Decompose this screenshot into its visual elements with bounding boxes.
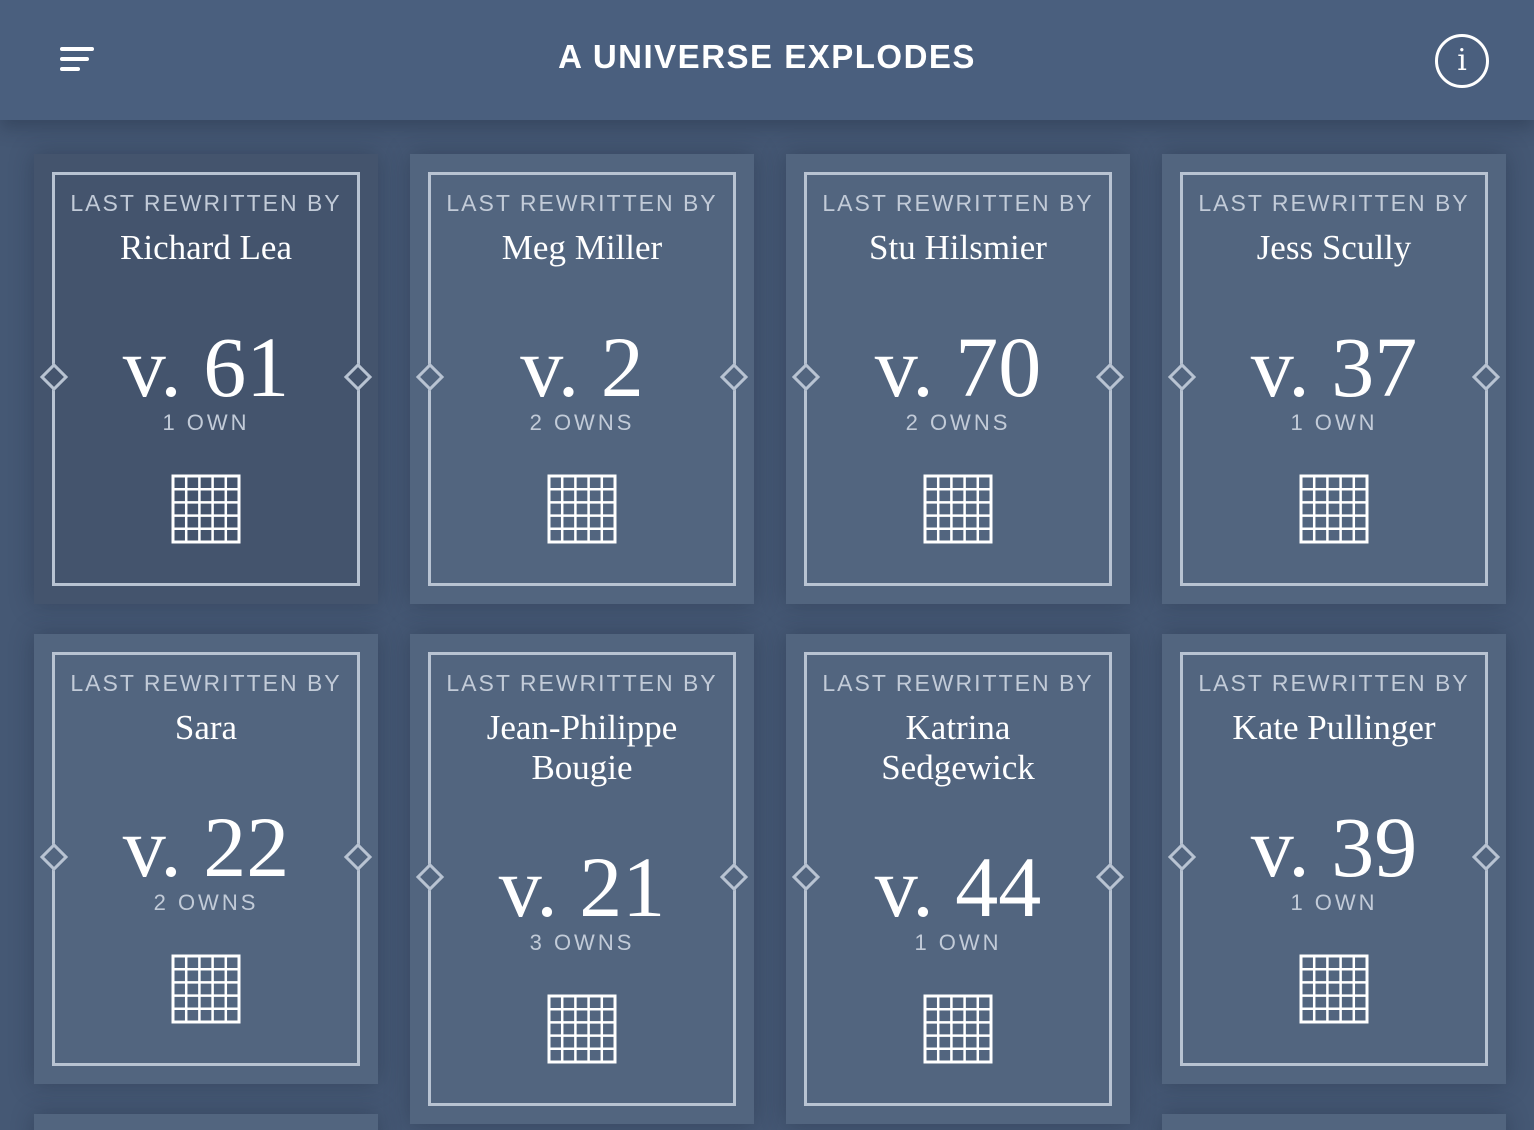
version-number: v. 39	[1250, 799, 1418, 895]
grid-icon	[1299, 954, 1369, 1024]
grid-icon	[1299, 474, 1369, 544]
version-grid: LAST REWRITTEN BY Richard Lea v. 61 1 OW…	[0, 0, 1534, 1130]
version-number: v. 70	[874, 319, 1042, 415]
version-card[interactable]: LAST REWRITTEN BY Stu Hilsmier v. 70 2 O…	[786, 154, 1130, 604]
author-name: Katrina Sedgewick	[881, 708, 1035, 787]
version-card[interactable]: LAST REWRITTEN BY Jean-Philippe Bougie v…	[410, 634, 754, 1124]
version-number: v. 37	[1250, 319, 1418, 415]
info-button[interactable]: i	[1435, 34, 1489, 88]
author-name: Jess Scully	[1256, 228, 1412, 267]
version-number: v. 21	[498, 839, 666, 935]
last-rewritten-label: LAST REWRITTEN BY	[70, 190, 342, 216]
grid-icon	[171, 954, 241, 1024]
version-number: v. 61	[122, 319, 290, 415]
author-name: Kate Pullinger	[1232, 708, 1436, 747]
owns-count: 1 OWN	[914, 930, 1002, 955]
app-header: A UNIVERSE EXPLODES i	[0, 0, 1534, 120]
owns-count: 1 OWN	[162, 410, 250, 435]
author-name: Jean-Philippe Bougie	[486, 708, 678, 787]
version-card[interactable]: LAST REWRITTEN BY Richard Lea v. 61 1 OW…	[34, 154, 378, 604]
owns-count: 2 OWNS	[529, 410, 635, 435]
version-card[interactable]	[34, 1114, 378, 1130]
page-title: A UNIVERSE EXPLODES	[558, 38, 976, 75]
grid-icon	[923, 474, 993, 544]
last-rewritten-label: LAST REWRITTEN BY	[70, 670, 342, 696]
version-card[interactable]: LAST REWRITTEN BY Kate Pullinger v. 39 1…	[1162, 634, 1506, 1084]
author-name: Richard Lea	[120, 228, 292, 267]
owns-count: 2 OWNS	[905, 410, 1011, 435]
last-rewritten-label: LAST REWRITTEN BY	[822, 190, 1094, 216]
last-rewritten-label: LAST REWRITTEN BY	[446, 190, 718, 216]
author-name: Stu Hilsmier	[869, 228, 1047, 267]
version-number: v. 22	[122, 799, 290, 895]
owns-count: 2 OWNS	[153, 890, 259, 915]
last-rewritten-label: LAST REWRITTEN BY	[1198, 670, 1470, 696]
version-card[interactable]	[1162, 1114, 1506, 1130]
version-number: v. 2	[520, 319, 644, 415]
grid-icon	[547, 994, 617, 1064]
info-icon: i	[1457, 43, 1467, 78]
owns-count: 3 OWNS	[529, 930, 635, 955]
last-rewritten-label: LAST REWRITTEN BY	[822, 670, 1094, 696]
app-root: A UNIVERSE EXPLODES i LAST REWRITTEN BY …	[0, 0, 1534, 1130]
version-card[interactable]: LAST REWRITTEN BY Meg Miller v. 2 2 OWNS	[410, 154, 754, 604]
version-card[interactable]: LAST REWRITTEN BY Sara v. 22 2 OWNS	[34, 634, 378, 1084]
author-name: Meg Miller	[501, 228, 663, 267]
version-card[interactable]: LAST REWRITTEN BY Jess Scully v. 37 1 OW…	[1162, 154, 1506, 604]
last-rewritten-label: LAST REWRITTEN BY	[446, 670, 718, 696]
author-name: Sara	[174, 708, 238, 747]
version-card[interactable]: LAST REWRITTEN BY Katrina Sedgewick v. 4…	[786, 634, 1130, 1124]
version-number: v. 44	[874, 839, 1042, 935]
grid-icon	[923, 994, 993, 1064]
owns-count: 1 OWN	[1290, 410, 1378, 435]
last-rewritten-label: LAST REWRITTEN BY	[1198, 190, 1470, 216]
grid-icon	[547, 474, 617, 544]
owns-count: 1 OWN	[1290, 890, 1378, 915]
grid-icon	[171, 474, 241, 544]
